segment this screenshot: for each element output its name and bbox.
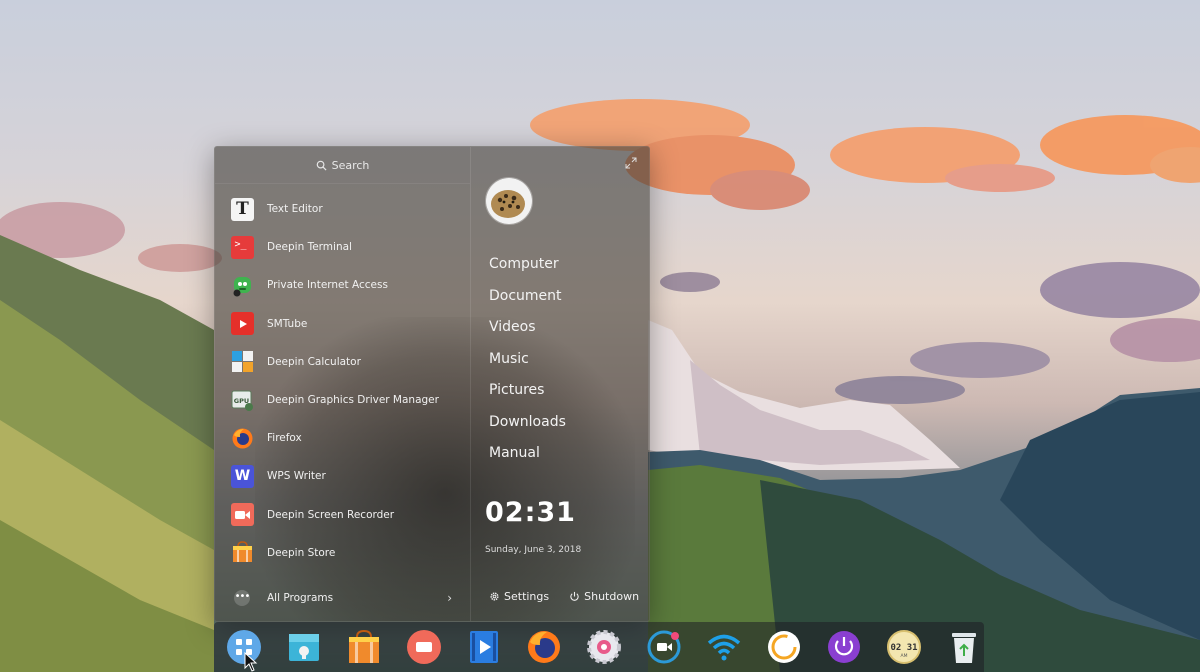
clock-date: Sunday, June 3, 2018 — [485, 545, 582, 555]
all-programs-button[interactable]: ••• All Programs › — [215, 585, 470, 611]
camera-icon — [647, 630, 681, 664]
app-label: WPS Writer — [267, 470, 326, 483]
clock-icon: 02 31 AM — [887, 630, 921, 664]
dock-settings[interactable] — [586, 629, 622, 665]
settings-icon — [587, 630, 621, 664]
dock-power-ring[interactable] — [766, 629, 802, 665]
file-manager-icon — [289, 634, 319, 661]
text-editor-icon: T — [231, 197, 254, 221]
terminal-icon: >_ — [231, 235, 254, 259]
places-list: Computer Document Videos Music Pictures … — [489, 253, 566, 474]
mouse-cursor-icon — [244, 652, 258, 672]
start-menu: Search T Text Editor >_ Deepin Terminal … — [214, 146, 650, 622]
store-icon — [349, 629, 379, 663]
trash-icon — [952, 633, 976, 663]
dock-file-manager[interactable] — [286, 629, 322, 665]
firefox-icon — [231, 427, 254, 450]
avatar[interactable] — [485, 177, 533, 225]
calculator-icon — [231, 350, 254, 373]
app-label: Deepin Graphics Driver Manager — [267, 394, 439, 407]
place-downloads[interactable]: Downloads — [489, 411, 566, 443]
app-label: Firefox — [267, 432, 302, 445]
place-pictures[interactable]: Pictures — [489, 379, 566, 411]
firefox-icon — [528, 631, 560, 663]
search-box[interactable]: Search — [215, 147, 470, 184]
wifi-icon — [707, 634, 741, 661]
dock: 02 31 AM — [214, 622, 984, 672]
pia-icon — [231, 274, 254, 297]
app-item-deepin-screen-recorder[interactable]: Deepin Screen Recorder — [215, 496, 470, 534]
app-label: Deepin Screen Recorder — [267, 508, 395, 521]
app-item-smtube[interactable]: SMTube — [215, 305, 470, 343]
dock-network[interactable] — [706, 629, 742, 665]
power-ring-icon — [768, 631, 800, 663]
shutdown-icon — [828, 631, 860, 663]
gear-icon — [490, 592, 499, 601]
screen-recorder-icon — [231, 503, 254, 527]
screen-recorder-icon — [407, 630, 441, 664]
dock-store[interactable] — [346, 629, 382, 665]
clock-face-text: 02 31 — [890, 643, 917, 653]
settings-button[interactable]: Settings — [489, 590, 549, 603]
all-programs-label: All Programs — [267, 592, 334, 604]
search-placeholder: Search — [331, 158, 370, 172]
dock-clock[interactable]: 02 31 AM — [886, 629, 922, 665]
app-label: SMTube — [267, 317, 308, 330]
expand-fullscreen-icon[interactable] — [625, 157, 637, 169]
app-item-deepin-calculator[interactable]: Deepin Calculator — [215, 343, 470, 381]
app-label: Deepin Store — [267, 546, 336, 559]
place-videos[interactable]: Videos — [489, 316, 566, 348]
app-list-pane: Search T Text Editor >_ Deepin Terminal … — [215, 147, 471, 621]
shutdown-label: Shutdown — [584, 590, 640, 603]
app-item-deepin-graphics-driver-manager[interactable]: GPU Deepin Graphics Driver Manager — [215, 381, 470, 419]
place-manual[interactable]: Manual — [489, 442, 566, 474]
places-pane: Computer Document Videos Music Pictures … — [471, 147, 649, 621]
app-item-deepin-terminal[interactable]: >_ Deepin Terminal — [215, 228, 470, 266]
dock-trash[interactable] — [946, 629, 982, 665]
place-music[interactable]: Music — [489, 348, 566, 380]
wps-writer-icon: W — [231, 464, 254, 488]
settings-label: Settings — [504, 590, 550, 603]
power-icon — [570, 591, 579, 601]
app-item-deepin-store[interactable]: Deepin Store — [215, 534, 470, 572]
smtube-icon — [231, 312, 254, 336]
more-dots-icon: ••• — [234, 590, 250, 606]
dock-firefox[interactable] — [526, 629, 562, 665]
gpu-icon: GPU — [231, 389, 254, 412]
clock-time: 02:31 — [485, 497, 576, 528]
app-label: Text Editor — [267, 203, 323, 216]
chevron-right-icon: › — [447, 591, 452, 605]
video-player-icon — [470, 631, 498, 663]
dock-camera[interactable] — [646, 629, 682, 665]
clock-ampm-text: AM — [901, 653, 908, 659]
app-item-wps-writer[interactable]: W WPS Writer — [215, 457, 470, 495]
dock-video-player[interactable] — [466, 629, 502, 665]
recent-apps-list: T Text Editor >_ Deepin Terminal Private… — [215, 190, 470, 572]
app-item-text-editor[interactable]: T Text Editor — [215, 190, 470, 228]
store-icon — [231, 541, 254, 564]
dock-shutdown[interactable] — [826, 629, 862, 665]
app-label: Private Internet Access — [267, 279, 388, 292]
app-item-private-internet-access[interactable]: Private Internet Access — [215, 266, 470, 304]
app-label: Deepin Terminal — [267, 241, 352, 254]
power-row: Settings Shutdown — [489, 590, 639, 603]
app-label: Deepin Calculator — [267, 355, 361, 368]
shutdown-button[interactable]: Shutdown — [569, 590, 639, 603]
place-computer[interactable]: Computer — [489, 253, 566, 285]
search-icon — [316, 160, 327, 171]
dock-screen-recorder[interactable] — [406, 629, 442, 665]
place-document[interactable]: Document — [489, 285, 566, 317]
app-item-firefox[interactable]: Firefox — [215, 419, 470, 457]
